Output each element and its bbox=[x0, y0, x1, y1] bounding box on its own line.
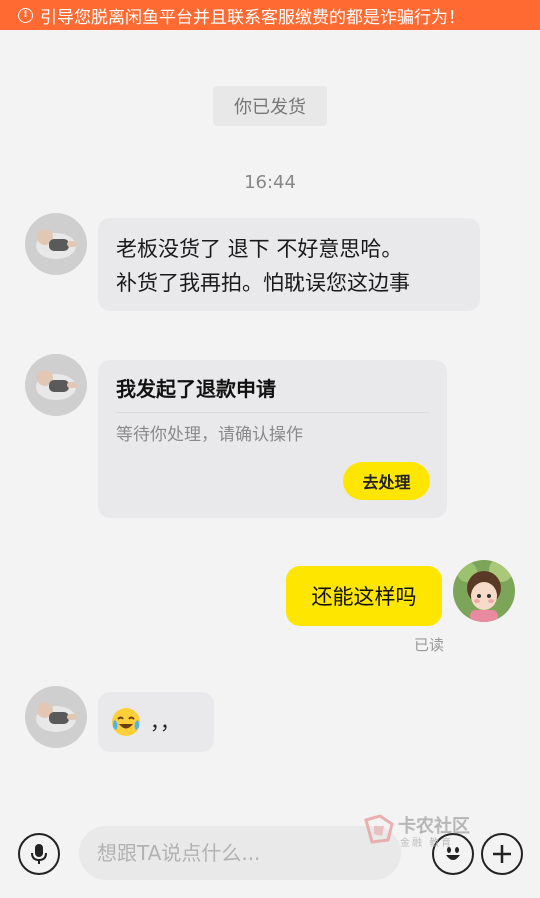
seller-emoji-message[interactable]: ，， bbox=[98, 692, 214, 752]
handle-refund-button[interactable]: 去处理 bbox=[343, 462, 430, 500]
seller-avatar[interactable] bbox=[25, 686, 87, 748]
message-line: 老板没货了 退下 不好意思哈。 bbox=[116, 237, 403, 261]
my-message-bubble[interactable]: 还能这样吗 bbox=[286, 566, 442, 626]
refund-request-card: 我发起了退款申请 等待你处理，请确认操作 去处理 bbox=[98, 360, 447, 518]
microphone-icon bbox=[31, 844, 47, 864]
voice-input-button[interactable] bbox=[18, 833, 60, 875]
my-avatar-image bbox=[453, 560, 515, 622]
fraud-warning-banner: ! 引导您脱离闲鱼平台并且联系客服缴费的都是诈骗行为！ bbox=[0, 0, 540, 30]
alert-circle-icon: ! bbox=[18, 7, 33, 23]
message-line: 补货了我再拍。怕耽误您这边事 bbox=[116, 271, 410, 295]
chat-input-bar bbox=[0, 812, 540, 898]
card-divider bbox=[116, 412, 429, 413]
seller-avatar[interactable] bbox=[25, 213, 87, 275]
seller-avatar-image bbox=[25, 354, 87, 416]
message-timestamp: 16:44 bbox=[244, 172, 296, 193]
warning-text: 引导您脱离闲鱼平台并且联系客服缴费的都是诈骗行为！ bbox=[40, 7, 465, 28]
read-status: 已读 bbox=[414, 636, 445, 654]
seller-avatar-image bbox=[25, 686, 87, 748]
seller-avatar[interactable] bbox=[25, 354, 87, 416]
my-avatar[interactable] bbox=[453, 560, 515, 622]
emoji-message-text: ，， bbox=[150, 710, 180, 734]
emoji-picker-button[interactable] bbox=[432, 833, 474, 875]
more-options-button[interactable] bbox=[481, 833, 523, 875]
system-message: 你已发货 bbox=[213, 86, 327, 126]
plus-icon bbox=[493, 845, 511, 863]
refund-card-description: 等待你处理，请确认操作 bbox=[116, 425, 303, 445]
seller-avatar-image bbox=[25, 213, 87, 275]
message-input[interactable] bbox=[79, 826, 401, 880]
seller-message-bubble[interactable]: 老板没货了 退下 不好意思哈。 补货了我再拍。怕耽误您这边事 bbox=[98, 218, 480, 311]
crying-laughing-emoji-icon bbox=[110, 706, 142, 738]
refund-card-title: 我发起了退款申请 bbox=[116, 377, 276, 401]
smiley-icon bbox=[446, 847, 460, 860]
